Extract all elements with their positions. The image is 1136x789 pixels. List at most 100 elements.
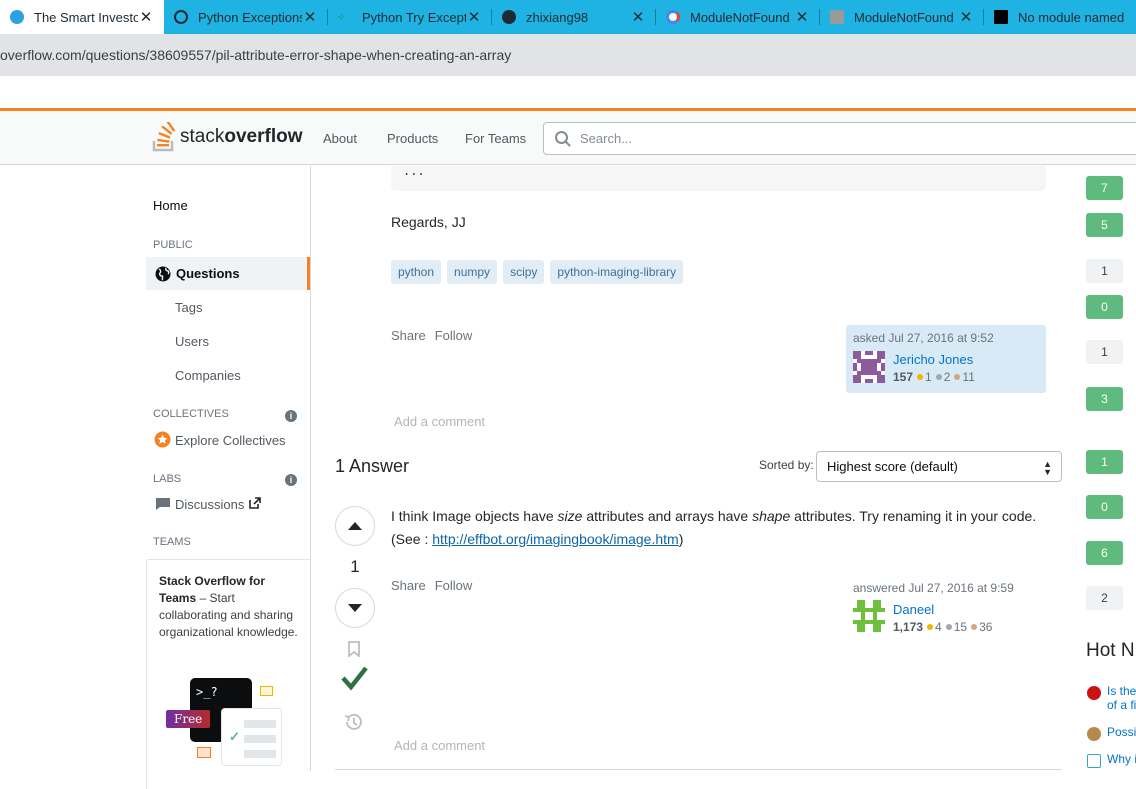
browser-tab[interactable]: No module named [984,0,1136,34]
globe-icon [155,266,171,281]
close-tab-icon[interactable]: ✕ [138,8,154,26]
sidebar-heading-labs: LABS [153,473,182,485]
code-text: ... [403,164,425,178]
tag-numpy[interactable]: numpy [447,260,498,284]
logo-text-stack: stack [180,126,225,147]
answerer-reputation: 1,173 4 15 36 [893,620,993,634]
add-comment-link[interactable]: Add a comment [394,414,485,429]
hot-network-link[interactable]: Is the [1107,684,1136,698]
site-favicon-icon [1087,686,1101,700]
sidebar-item-home[interactable]: Home [153,198,188,213]
collectives-star-icon [154,431,171,448]
search-input[interactable]: Search... [543,122,1136,155]
asker-reputation: 157 1 2 11 [893,370,975,384]
sidebar-item-explore-collectives[interactable]: Explore Collectives [175,433,286,448]
chat-bubble-icon [197,747,211,758]
chat-bubble-icon [260,686,273,696]
follow-link[interactable]: Follow [435,578,473,593]
question-tags: python numpy scipy python-imaging-librar… [391,260,684,284]
sorted-by-label: Sorted by: [759,458,814,472]
sidebar-item-companies[interactable]: Companies [175,368,241,383]
teams-promo-card: Stack Overflow for Teams – Start collabo… [146,559,310,789]
history-icon[interactable] [344,713,363,731]
info-icon[interactable]: i [285,474,297,486]
answer-link[interactable]: http://effbot.org/imagingbook/image.htm [432,531,678,547]
teams-promo-text: Stack Overflow for Teams – Start collabo… [159,573,299,641]
search-placeholder: Search... [580,131,633,146]
tag-scipy[interactable]: scipy [503,260,545,284]
share-link[interactable]: Share [391,578,426,593]
browser-tab-strip: The Smart Investo ✕ Python Exceptions ✕ … [0,0,1136,34]
browser-tab[interactable]: zhixiang98 ✕ [492,0,656,34]
sidebar-item-tags[interactable]: Tags [175,300,202,315]
browser-tab[interactable]: ModuleNotFound ✕ [820,0,984,34]
nav-about[interactable]: About [323,131,357,146]
tab-title: ModuleNotFound [690,9,790,25]
sort-select[interactable]: Highest score (default) ▲ ▼ [816,451,1062,482]
avatar[interactable] [853,351,885,383]
tab-title: Python Exceptions [198,9,302,25]
browser-tab[interactable]: Python Exceptions ✕ [164,0,328,34]
bookmark-icon[interactable] [348,641,360,657]
address-bar[interactable]: overflow.com/questions/38609557/pil-attr… [0,34,1136,76]
answered-time: answered Jul 27, 2016 at 9:59 [853,581,1014,595]
free-badge: Free [166,710,211,728]
hot-network-link[interactable]: of a fi [1107,698,1136,712]
hot-network-link[interactable]: Possi [1107,725,1136,739]
external-link-icon [249,497,261,509]
stack-logo-icon [152,122,176,152]
answerer-name[interactable]: Daneel [893,602,934,617]
related-score: 1 [1086,340,1123,364]
related-score: 1 [1086,450,1123,474]
sidebar-heading-public: PUBLIC [153,239,193,251]
checklist-illustration: ✓ [221,708,282,766]
sort-select-value: Highest score (default) [827,459,958,474]
tag-python[interactable]: python [391,260,442,284]
nav-products[interactable]: Products [387,131,438,146]
share-link[interactable]: Share [391,328,426,343]
select-arrows-icon: ▲ ▼ [1043,459,1052,477]
site-icon [830,10,844,24]
w3-icon: ⟡ [338,11,346,23]
answer-body: I think Image objects have size attribut… [391,508,1037,547]
close-tab-icon[interactable]: ✕ [958,8,974,26]
site-logo[interactable]: stack overflow [152,119,302,155]
sidebar-item-users[interactable]: Users [175,334,209,349]
close-tab-icon[interactable]: ✕ [302,8,318,26]
downvote-button[interactable] [335,588,375,628]
left-sidebar: Home PUBLIC Questions Tags Users Compani… [146,166,311,789]
info-icon[interactable]: i [285,410,297,422]
close-tab-icon[interactable]: ✕ [630,8,646,26]
tab-title: No module named [1018,9,1125,25]
asker-name[interactable]: Jericho Jones [893,352,973,367]
tag-python-imaging-library[interactable]: python-imaging-library [550,260,684,284]
answerer-card: answered Jul 27, 2016 at 9:59 Daneel 1,1… [846,575,1046,643]
discussions-icon [156,498,170,510]
tab-title: ModuleNotFound [854,9,954,25]
nav-for-teams[interactable]: For Teams [465,131,526,146]
url-text[interactable]: overflow.com/questions/38609557/pil-attr… [0,47,511,63]
asker-card: asked Jul 27, 2016 at 9:52 Jericho Jones… [846,325,1046,393]
related-score: 6 [1086,541,1123,565]
avatar[interactable] [853,600,885,632]
hot-network-link[interactable]: Why i [1107,752,1136,766]
related-score: 0 [1086,295,1123,319]
search-icon [555,130,571,147]
browser-tab[interactable]: ModuleNotFound ✕ [656,0,820,34]
browser-tab[interactable]: ⟡ Python Try Except ✕ [328,0,492,34]
sidebar-item-questions[interactable]: Questions [146,257,310,290]
related-score: 7 [1086,176,1123,200]
question-post-menu: Share Follow [391,328,481,343]
related-score: 3 [1086,387,1123,411]
terminal-prompt: >_? [196,685,218,699]
close-tab-icon[interactable]: ✕ [794,8,810,26]
upvote-button[interactable] [335,506,375,546]
close-tab-icon[interactable]: ✕ [466,8,482,26]
browser-tab[interactable]: The Smart Investo ✕ [0,0,164,34]
add-comment-link[interactable]: Add a comment [394,738,485,753]
sidebar-heading-collectives: COLLECTIVES [153,408,229,420]
sidebar-item-discussions[interactable]: Discussions [175,497,244,512]
follow-link[interactable]: Follow [435,328,473,343]
divider [335,769,1062,770]
vote-count: 1 [350,557,360,576]
